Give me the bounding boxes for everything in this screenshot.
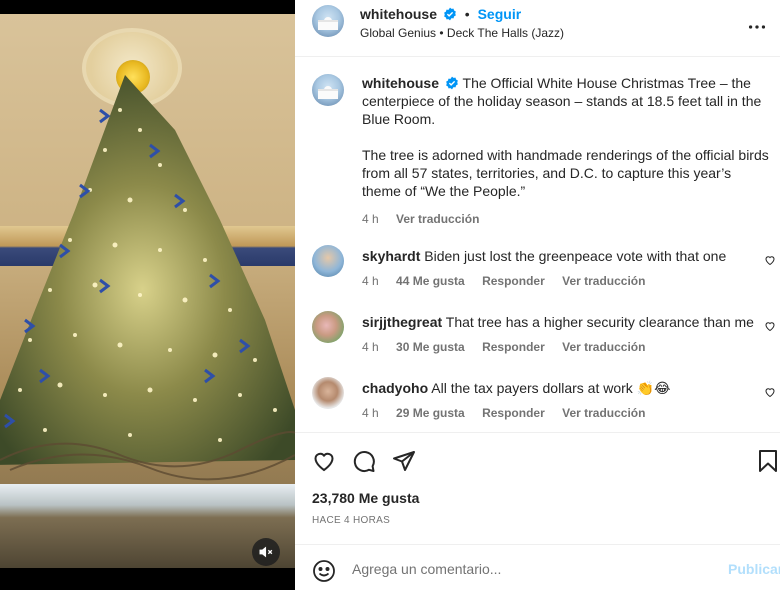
header-title-row: whitehouse • Seguir (360, 6, 521, 22)
comment-input[interactable] (352, 557, 712, 581)
caption-avatar[interactable] (312, 74, 344, 106)
translate-link[interactable]: Ver traducción (562, 340, 645, 354)
verified-icon (446, 76, 458, 90)
reply-button[interactable]: Responder (482, 340, 545, 354)
comment-item: skyhardt Biden just lost the greenpeace … (312, 245, 780, 297)
commenter-avatar[interactable] (312, 245, 344, 277)
author-avatar[interactable] (312, 5, 344, 37)
post-header: whitehouse • Seguir Global Genius • Deck… (295, 0, 780, 57)
caption-translate-link[interactable]: Ver traducción (396, 212, 479, 226)
comment-like-icon[interactable] (764, 254, 776, 266)
comment-time[interactable]: 4 h (362, 406, 379, 420)
commenter-avatar[interactable] (312, 377, 344, 409)
comment-meta: 4 h 30 Me gusta Responder Ver traducción (362, 338, 762, 356)
comment-username[interactable]: sirjjthegreat (362, 314, 442, 330)
comment-like-icon[interactable] (764, 386, 776, 398)
comment-time[interactable]: 4 h (362, 340, 379, 354)
post-media[interactable] (0, 0, 295, 590)
heart-icon[interactable] (312, 449, 336, 473)
reply-button[interactable]: Responder (482, 406, 545, 420)
caption-meta: 4 h Ver traducción (362, 210, 772, 228)
mute-toggle-button[interactable] (252, 538, 280, 566)
comment-meta: 4 h 44 Me gusta Responder Ver traducción (362, 272, 762, 290)
comment-item: chadyoho All the tax payers dollars at w… (312, 377, 780, 429)
video-frame[interactable] (0, 14, 295, 568)
comment-username[interactable]: skyhardt (362, 248, 420, 264)
author-username[interactable]: whitehouse (360, 6, 437, 22)
comment-body: skyhardt Biden just lost the greenpeace … (362, 245, 762, 290)
caption-time[interactable]: 4 h (362, 212, 379, 226)
emoji-icon[interactable] (312, 559, 336, 583)
post-panel: whitehouse • Seguir Global Genius • Deck… (295, 0, 780, 590)
floor-reflection (0, 484, 295, 568)
comment-text: Biden just lost the greenpeace vote with… (424, 248, 727, 264)
comment-body: sirjjthegreat That tree has a higher sec… (362, 311, 762, 356)
comment-text: That tree has a higher security clearanc… (445, 314, 754, 330)
separator-dot: • (464, 6, 470, 22)
comment-likes[interactable]: 29 Me gusta (396, 406, 465, 420)
like-count[interactable]: 23,780 Me gusta (312, 490, 419, 506)
post-timestamp[interactable]: HACE 4 HORAS (312, 515, 390, 526)
caption: whitehouse The Official White House Chri… (312, 74, 769, 226)
comment-icon[interactable] (352, 449, 376, 473)
comments-list[interactable]: whitehouse The Official White House Chri… (295, 57, 780, 431)
follow-button[interactable]: Seguir (478, 6, 522, 22)
christmas-tree-image (0, 75, 295, 481)
caption-paragraph-2: The tree is adorned with handmade render… (362, 147, 769, 199)
comment-likes[interactable]: 30 Me gusta (396, 340, 465, 354)
comment-username[interactable]: chadyoho (362, 380, 428, 396)
mute-icon (259, 546, 273, 558)
comment-meta: 4 h 29 Me gusta Responder Ver traducción (362, 404, 762, 422)
translate-link[interactable]: Ver traducción (562, 406, 645, 420)
comment-composer: Publicar (295, 544, 780, 590)
verified-icon (444, 7, 456, 21)
caption-text: whitehouse The Official White House Chri… (362, 74, 772, 228)
share-icon[interactable] (392, 449, 416, 473)
reply-button[interactable]: Responder (482, 274, 545, 288)
comment-time[interactable]: 4 h (362, 274, 379, 288)
comment-likes[interactable]: 44 Me gusta (396, 274, 465, 288)
save-icon[interactable] (757, 449, 779, 473)
translate-link[interactable]: Ver traducción (562, 274, 645, 288)
music-label[interactable]: Global Genius • Deck The Halls (Jazz) (360, 26, 564, 40)
action-bar: 23,780 Me gusta HACE 4 HORAS (295, 432, 780, 544)
comment-like-icon[interactable] (764, 320, 776, 332)
comment-body: chadyoho All the tax payers dollars at w… (362, 377, 762, 422)
commenter-avatar[interactable] (312, 311, 344, 343)
comment-item: sirjjthegreat That tree has a higher sec… (312, 311, 780, 363)
caption-username[interactable]: whitehouse (362, 75, 439, 91)
comment-text: All the tax payers dollars at work 👏😂 (431, 380, 671, 396)
publish-button[interactable]: Publicar (728, 561, 780, 577)
more-icon[interactable] (746, 16, 768, 38)
